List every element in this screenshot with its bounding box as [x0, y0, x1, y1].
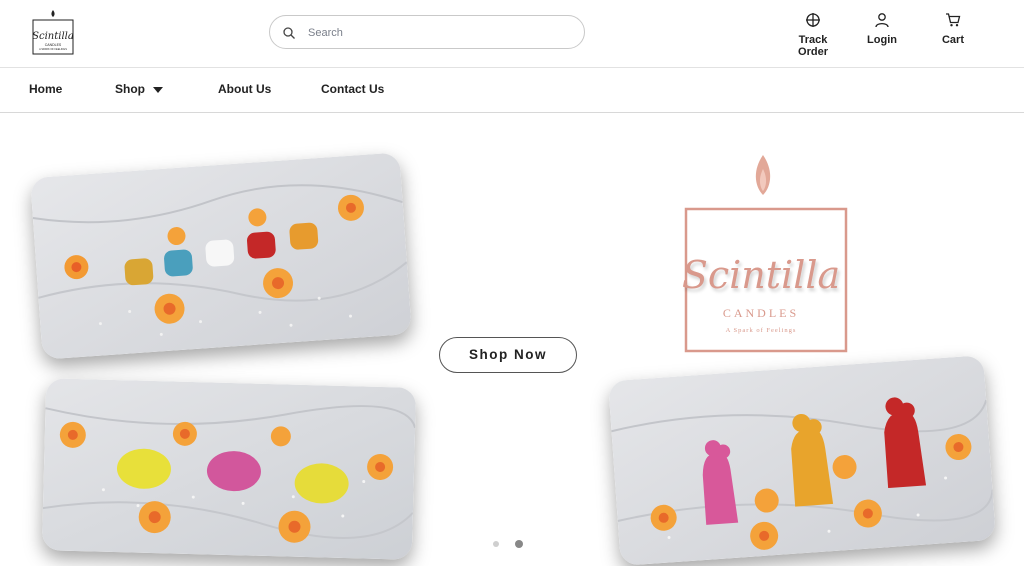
- hero-photo-flower-candles: [41, 378, 417, 560]
- nav-item-label: Contact Us: [321, 82, 385, 96]
- caret-down-icon: [153, 86, 163, 93]
- track-order-label: Track Order: [798, 34, 828, 58]
- hero-banner: Scintilla CANDLES A Spark of Feelings Sh…: [0, 113, 1024, 566]
- hero-photo-couple-candles: [608, 355, 996, 566]
- search-box[interactable]: [269, 15, 585, 49]
- search-icon: [283, 27, 295, 39]
- carousel-dot[interactable]: [493, 541, 499, 547]
- cart-link[interactable]: Cart: [938, 12, 968, 46]
- nav-item-about-us[interactable]: About Us: [218, 82, 271, 96]
- track-order-link[interactable]: Track Order: [784, 12, 842, 58]
- search-input[interactable]: [306, 22, 570, 44]
- site-header: Scintilla CANDLES A SPARK OF FEELINGS Tr…: [0, 0, 1024, 68]
- brand-mark: Scintilla CANDLES A Spark of Feelings: [660, 153, 870, 363]
- brand-name: Scintilla: [681, 253, 841, 297]
- nav-item-contact-us[interactable]: Contact Us: [321, 82, 384, 96]
- nav-item-label: Home: [29, 82, 63, 96]
- scintilla-logo[interactable]: Scintilla CANDLES A SPARK OF FEELINGS: [28, 8, 78, 58]
- svg-text:Scintilla: Scintilla: [32, 31, 74, 42]
- svg-text:A SPARK OF FEELINGS: A SPARK OF FEELINGS: [39, 48, 67, 51]
- carousel-dot-active[interactable]: [515, 540, 523, 548]
- cart-label: Cart: [941, 34, 964, 46]
- crosshair-icon: [806, 13, 820, 27]
- nav-item-home[interactable]: Home: [29, 82, 62, 96]
- brand-tagline: A Spark of Feelings: [725, 327, 797, 334]
- main-nav: Home Shop About Us Contact Us: [0, 68, 1024, 113]
- nav-item-shop[interactable]: Shop: [115, 82, 163, 96]
- login-link[interactable]: Login: [864, 12, 900, 46]
- nav-item-label: About Us: [218, 82, 272, 96]
- login-label: Login: [867, 34, 897, 46]
- shop-now-button[interactable]: Shop Now: [439, 337, 577, 373]
- brand-subtitle: CANDLES: [722, 306, 800, 320]
- svg-text:CANDLES: CANDLES: [45, 43, 62, 47]
- hero-photo-small-candles: [30, 152, 412, 360]
- nav-item-label: Shop: [115, 82, 145, 96]
- cart-icon: [946, 13, 961, 27]
- user-icon: [875, 13, 889, 28]
